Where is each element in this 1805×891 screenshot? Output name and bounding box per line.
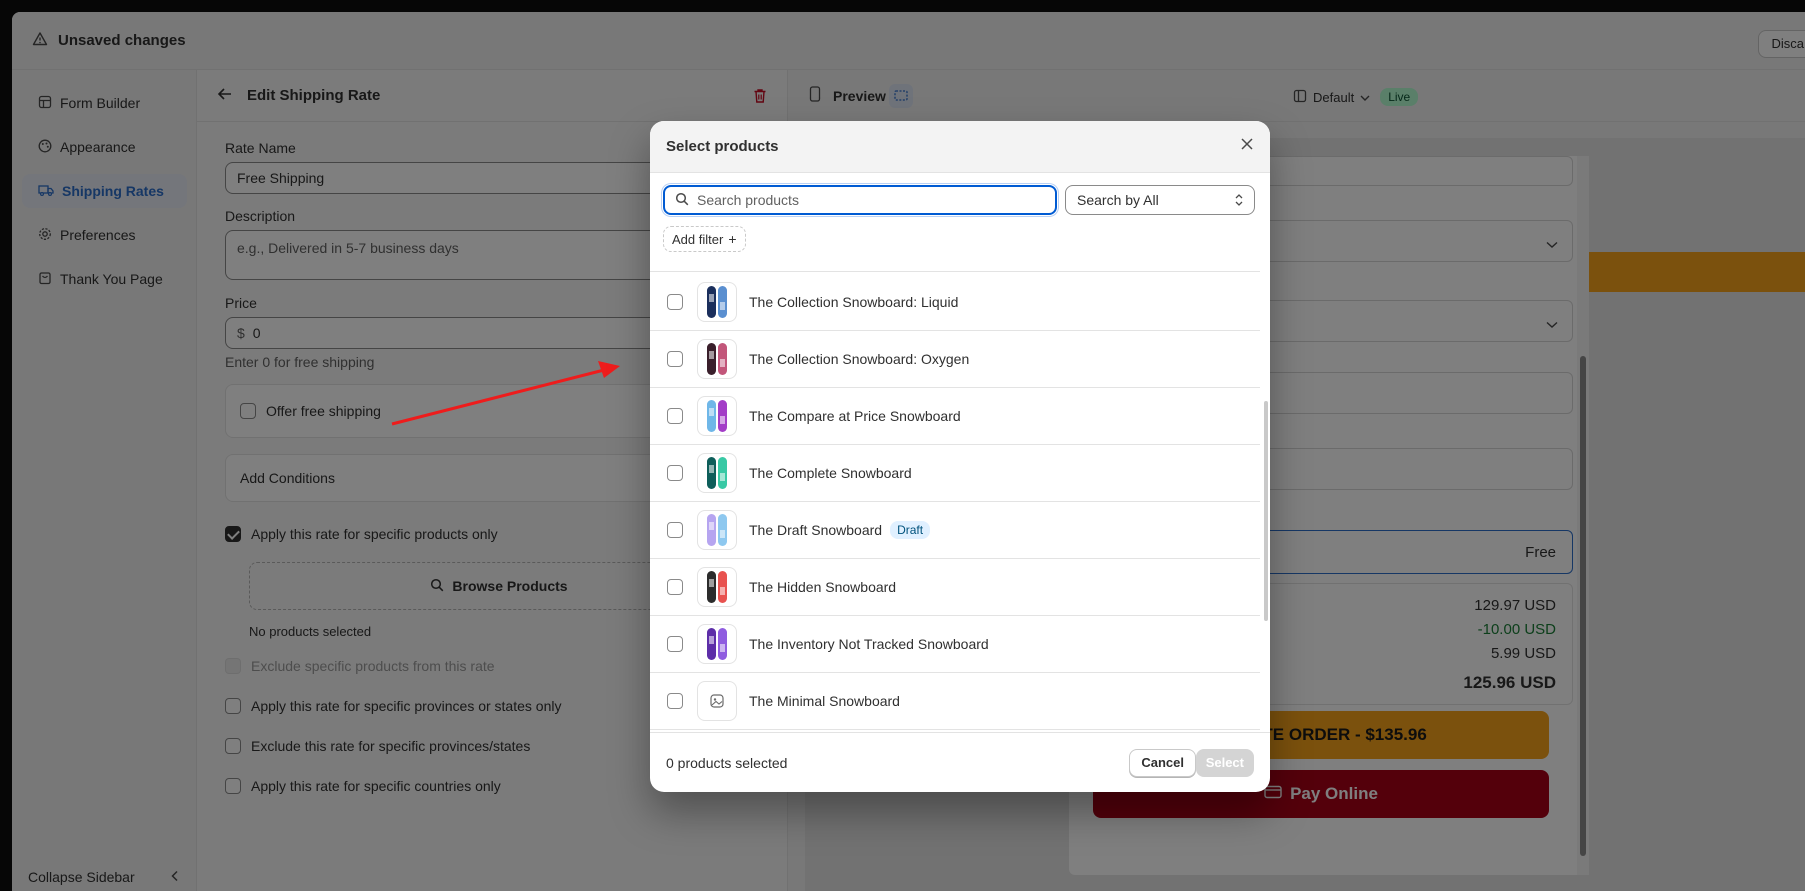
cancel-button[interactable]: Cancel [1129, 749, 1196, 777]
product-list: The Collection Snowboard: Liquid The Coll… [650, 271, 1260, 732]
product-checkbox[interactable] [667, 579, 683, 595]
product-name: The Draft Snowboard [749, 522, 883, 538]
search-by-select[interactable]: Search by All [1065, 185, 1255, 215]
product-thumbnail [697, 396, 737, 436]
select-products-modal: Select products Search by All Add filter… [650, 121, 1270, 792]
product-checkbox[interactable] [667, 351, 683, 367]
select-arrows-icon [1234, 192, 1244, 211]
product-thumbnail [697, 624, 737, 664]
search-products-input[interactable] [697, 192, 1037, 208]
product-checkbox[interactable] [667, 294, 683, 310]
product-thumbnail [697, 282, 737, 322]
selected-count: 0 products selected [666, 754, 788, 771]
add-filter-button[interactable]: Add filter + [663, 226, 746, 252]
product-name: The Inventory Not Tracked Snowboard [749, 636, 989, 652]
product-row[interactable]: The Complete Snowboard [650, 445, 1260, 502]
product-name: The Collection Snowboard: Oxygen [749, 351, 970, 367]
product-checkbox[interactable] [667, 636, 683, 652]
close-icon[interactable] [1240, 137, 1254, 154]
modal-footer: 0 products selected Cancel Select [650, 732, 1270, 792]
product-name: The Compare at Price Snowboard [749, 408, 961, 424]
product-row[interactable]: The Draft Snowboard Draft [650, 502, 1260, 559]
product-name: The Complete Snowboard [749, 465, 912, 481]
plus-icon: + [728, 231, 737, 247]
product-thumbnail [697, 567, 737, 607]
search-by-label: Search by All [1077, 192, 1159, 208]
product-thumbnail [697, 339, 737, 379]
product-name: The Collection Snowboard: Liquid [749, 294, 959, 310]
draft-badge: Draft [890, 521, 931, 539]
product-row[interactable]: The Minimal Snowboard [650, 673, 1260, 730]
product-checkbox[interactable] [667, 408, 683, 424]
product-name: The Hidden Snowboard [749, 579, 897, 595]
modal-scrollbar[interactable] [1264, 401, 1268, 621]
add-filter-label: Add filter [672, 231, 724, 247]
product-checkbox[interactable] [667, 522, 683, 538]
product-row[interactable]: The Collection Snowboard: Oxygen [650, 331, 1260, 388]
product-checkbox[interactable] [667, 465, 683, 481]
product-thumbnail [697, 453, 737, 493]
modal-header: Select products [650, 121, 1270, 173]
product-row[interactable]: The Collection Snowboard: Liquid [650, 274, 1260, 331]
search-products-field[interactable] [663, 185, 1057, 215]
select-button[interactable]: Select [1195, 749, 1254, 777]
product-row[interactable]: The Inventory Not Tracked Snowboard [650, 616, 1260, 673]
search-icon [675, 192, 689, 209]
product-thumbnail [697, 510, 737, 550]
image-placeholder-icon [697, 681, 737, 721]
product-row[interactable]: The Hidden Snowboard [650, 559, 1260, 616]
product-name: The Minimal Snowboard [749, 693, 900, 709]
modal-title: Select products [666, 138, 779, 155]
product-checkbox[interactable] [667, 693, 683, 709]
product-row[interactable]: The Compare at Price Snowboard [650, 388, 1260, 445]
